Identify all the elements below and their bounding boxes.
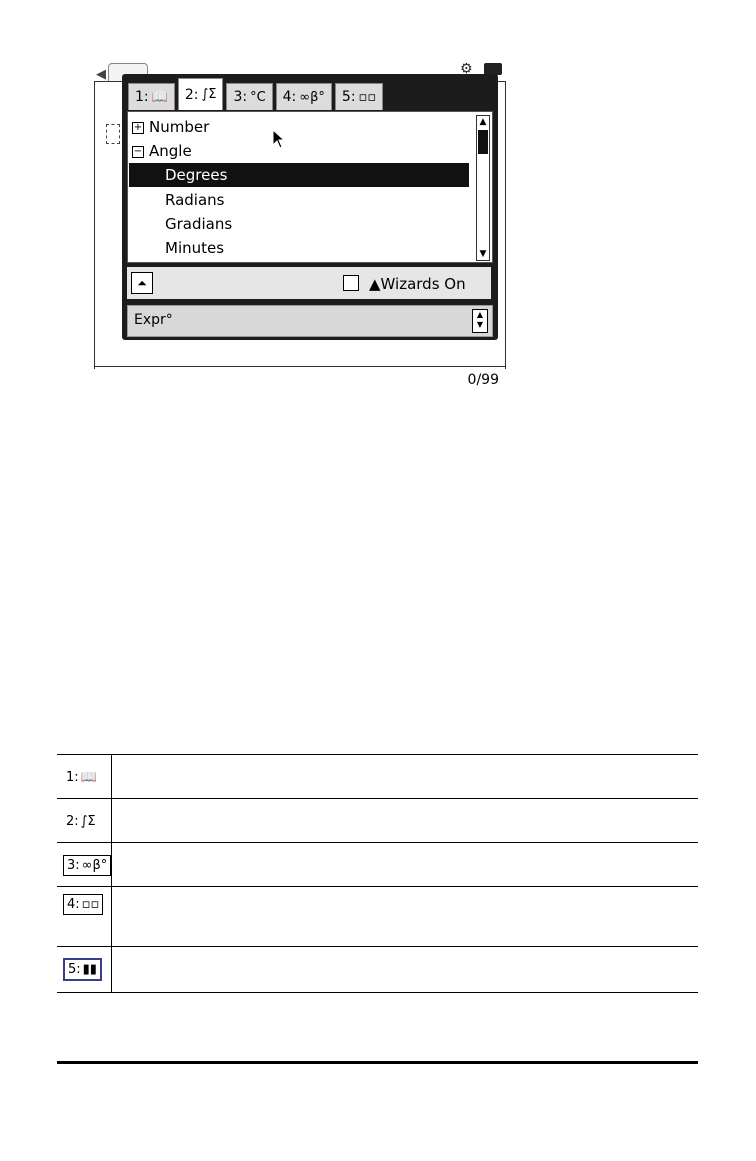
unit-conversion-icon: °C — [250, 89, 266, 105]
list-item-label: Angle — [149, 142, 192, 160]
table-description-cell — [111, 842, 698, 887]
list-item-label: Number — [149, 118, 210, 136]
table-icon-cell: 4: ▫▫ — [57, 886, 113, 947]
tab-glyph: ∫Σ — [80, 814, 96, 829]
templates-icon: ▫▫ — [358, 89, 377, 105]
tab-math-operators[interactable]: 2: ∫Σ — [177, 78, 224, 110]
list-item-label: Radians — [165, 191, 225, 209]
integral-sigma-icon: ∫Σ — [201, 87, 217, 102]
catalog-book-icon: 📖 — [151, 89, 168, 105]
wizards-on-checkbox[interactable] — [343, 275, 359, 291]
left-arrow-icon[interactable]: ◀ — [96, 67, 106, 82]
table-row: 1: 📖 — [57, 754, 698, 799]
list-item-minutes[interactable]: Minutes — [129, 236, 469, 260]
tab-glyph: ▮▮ — [82, 962, 97, 977]
character-counter: 0/99 — [467, 372, 499, 388]
tab-label: 5: — [341, 89, 356, 105]
status-bar: 0/99 — [95, 366, 505, 393]
tab-label: 3: — [233, 89, 248, 105]
tab-unit-conversions[interactable]: 3: °C — [226, 83, 273, 110]
table-description-cell — [111, 886, 698, 947]
collapse-up-button[interactable]: ⏶ — [131, 272, 153, 294]
tab-number: 3: — [67, 857, 80, 873]
list-item-radians[interactable]: Radians — [129, 188, 469, 212]
tab-symbols[interactable]: 4: ∞β° — [275, 83, 332, 110]
tab-glyph: ▫▫ — [81, 897, 100, 912]
expand-icon[interactable]: + — [132, 121, 144, 134]
collapse-icon[interactable]: − — [132, 145, 144, 158]
spinner-icon[interactable]: ▲ ▼ — [472, 309, 488, 333]
tab-label: 4: — [282, 89, 297, 105]
catalog-book-icon: 1: 📖 — [63, 768, 100, 787]
integral-sigma-icon: 2: ∫Σ — [63, 812, 99, 831]
bottom-rule — [57, 1061, 698, 1064]
mouse-pointer-icon — [272, 129, 286, 149]
catalog-tabs-table: 1: 📖 2: ∫Σ 3: ∞β° 4: ▫▫ 5: ▮▮ — [57, 754, 698, 993]
entry-placeholder-box — [106, 124, 120, 144]
table-icon-cell: 1: 📖 — [57, 754, 113, 799]
list-item-angle[interactable]: − Angle — [129, 139, 469, 163]
scroll-thumb[interactable] — [478, 130, 488, 154]
tab-number: 5: — [68, 962, 81, 977]
expression-text: Expr° — [134, 312, 173, 328]
table-row: 2: ∫Σ — [57, 798, 698, 843]
tab-templates[interactable]: 5: ▫▫ — [334, 83, 384, 110]
tab-catalog[interactable]: 1: 📖 — [128, 83, 175, 110]
table-row: 4: ▫▫ — [57, 886, 698, 947]
catalog-list[interactable]: + Number − Angle Degrees Radians Gradians … — [127, 111, 493, 263]
tab-label: 1: — [135, 89, 149, 105]
scroll-down-icon[interactable]: ▼ — [477, 248, 489, 260]
list-item-gradians[interactable]: Gradians — [129, 212, 469, 236]
table-row: 5: ▮▮ — [57, 946, 698, 993]
scroll-up-icon[interactable]: ▲ — [477, 116, 489, 128]
list-scrollbar[interactable]: ▲ ▼ — [476, 115, 490, 261]
catalog-tabs: 1: 📖 2: ∫Σ 3: °C 4: ∞β° 5: ▫▫ — [128, 78, 386, 110]
symbols-icon: ∞β° — [299, 89, 325, 105]
list-item-label: Minutes — [165, 239, 225, 257]
table-icon-cell: 5: ▮▮ — [57, 946, 113, 993]
calculator-screenshot: ◀ ⚙ 0/99 1: 📖 2: ∫Σ 3: °C 4: ∞β° 5: ▫▫ +… — [94, 57, 506, 393]
libraries-icon: 5: ▮▮ — [63, 958, 102, 981]
table-row: 3: ∞β° — [57, 842, 698, 887]
list-item-label: Degrees — [165, 166, 228, 184]
list-item-number[interactable]: + Number — [129, 115, 469, 139]
table-icon-cell: 2: ∫Σ — [57, 798, 113, 843]
list-item-degrees[interactable]: Degrees — [129, 163, 469, 187]
tab-number: 4: — [67, 897, 80, 912]
templates-icon: 4: ▫▫ — [63, 894, 104, 915]
tab-number: 1: — [66, 770, 79, 785]
table-description-cell — [111, 754, 698, 799]
expression-preview: Expr° ▲ ▼ — [127, 305, 493, 337]
table-icon-cell: 3: ∞β° — [57, 842, 113, 887]
table-description-cell — [111, 946, 698, 993]
tab-glyph: ∞β° — [81, 857, 108, 873]
wizards-on-label: ▲Wizards On — [369, 275, 466, 293]
tab-number: 2: — [66, 814, 79, 829]
table-description-cell — [111, 798, 698, 843]
tab-label: 2: — [184, 86, 199, 103]
list-item-label: Gradians — [165, 215, 233, 233]
catalog-options-bar: ⏶ ▲Wizards On — [127, 267, 491, 299]
symbols-icon: 3: ∞β° — [63, 854, 112, 876]
tab-glyph: 📖 — [80, 770, 97, 785]
catalog-dialog: 1: 📖 2: ∫Σ 3: °C 4: ∞β° 5: ▫▫ + Number −… — [122, 74, 498, 340]
